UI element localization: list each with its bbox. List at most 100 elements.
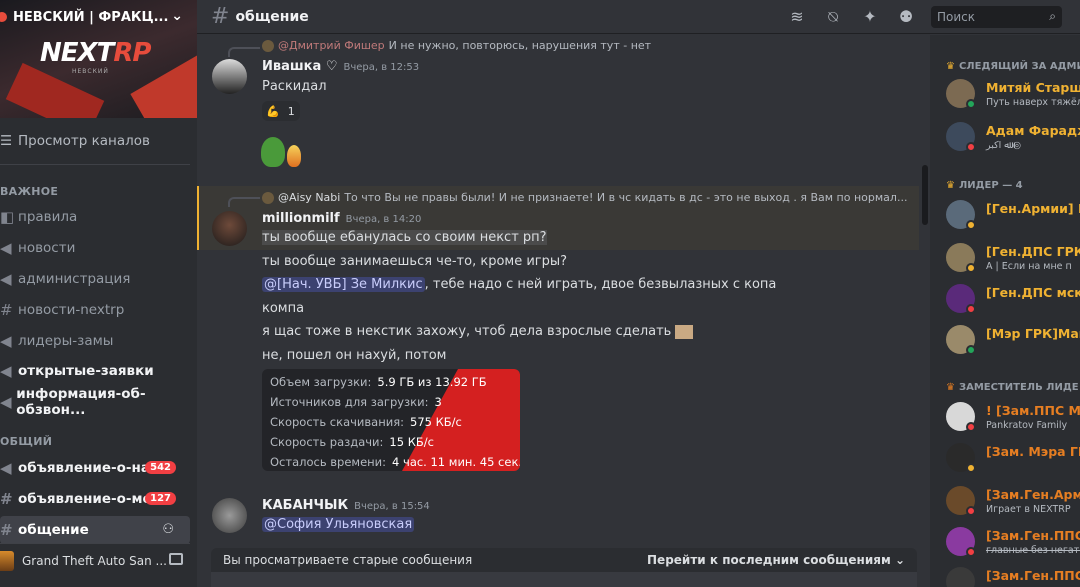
channel-announce-1[interactable]: ◀ объявление-о-на... 542 bbox=[0, 454, 190, 482]
avatar[interactable] bbox=[212, 59, 247, 94]
member-status: ﷲ اکبر ◎ bbox=[986, 140, 1022, 151]
timestamp: Вчера, в 15:54 bbox=[354, 501, 430, 512]
download-stat: Осталось времени: 4 час. 11 мин. 45 сек. bbox=[270, 455, 520, 469]
avatar bbox=[946, 567, 975, 587]
member-name: Адам Фарадж bbox=[986, 123, 1080, 138]
reply-text: То что Вы не правы были! И не признаете!… bbox=[344, 191, 908, 204]
channel-news-nextrp[interactable]: # новости-nextrp bbox=[0, 296, 190, 324]
message-composer[interactable] bbox=[211, 572, 917, 587]
section-label: СЛЕДЯЩИЙ ЗА АДМИ bbox=[958, 61, 1080, 72]
channel-news[interactable]: ◀ новости bbox=[0, 234, 190, 262]
member-status: A | Если на мне п bbox=[986, 261, 1072, 272]
user-mention[interactable]: @София Ульяновская bbox=[262, 517, 415, 532]
member-item[interactable]: [Зам. Мэра ГР bbox=[946, 438, 1080, 478]
message-text: @[Нач. УВБ] Зе Милкис, тебе надо с ней и… bbox=[262, 277, 776, 292]
member-item[interactable]: Адам Фарадж ﷲ اکبر ◎ bbox=[946, 117, 1080, 157]
channel-label: правила bbox=[18, 209, 78, 225]
divider bbox=[0, 543, 190, 544]
stat-value: 3 bbox=[434, 395, 442, 409]
stat-value: 15 КБ/с bbox=[389, 435, 434, 449]
channel-label: лидеры-замы bbox=[18, 333, 114, 349]
threads-icon[interactable]: ≋ bbox=[787, 7, 807, 27]
scrollbar-thumb[interactable] bbox=[922, 165, 928, 225]
jump-to-latest-button[interactable]: Перейти к последним сообщениям ⌄ bbox=[647, 553, 905, 567]
chevron-down-icon[interactable]: ⌄ bbox=[171, 8, 183, 24]
author-name: КАБАНЧЫК bbox=[262, 498, 349, 513]
search-input[interactable]: Поиск ⌕ bbox=[931, 6, 1062, 28]
crown-icon: ♛ bbox=[946, 61, 955, 72]
channel-label: информация-об-обзвон... bbox=[16, 386, 146, 418]
avatar[interactable] bbox=[212, 211, 247, 246]
message-text: я щас тоже в некстик захожу, чтоб дела в… bbox=[262, 324, 694, 339]
members-icon[interactable]: ⚉ bbox=[896, 7, 916, 27]
channel-announce-2[interactable]: # объявление-о-ме... 127 bbox=[0, 485, 190, 513]
game-activity[interactable]: Grand Theft Auto San ... bbox=[0, 545, 197, 577]
channel-info-interviews[interactable]: ◀ информация-об-обзвон... bbox=[0, 386, 190, 418]
channel-administration[interactable]: ◀ администрация bbox=[0, 265, 190, 293]
announce-icon: ◀ bbox=[0, 393, 12, 411]
stat-value: 4 час. 11 мин. 45 сек. bbox=[392, 455, 520, 469]
mute-icon[interactable]: ⍉ bbox=[823, 7, 843, 27]
user-mention[interactable]: @[Нач. УВБ] Зе Милкис bbox=[262, 277, 425, 292]
stream-icon[interactable] bbox=[169, 553, 183, 565]
scrollbar[interactable] bbox=[920, 35, 928, 587]
image-attachment[interactable]: Объем загрузки: 5.9 ГБ из 13.92 ГБ Источн… bbox=[262, 369, 520, 471]
category-general[interactable]: ОБЩИЙ bbox=[0, 435, 52, 448]
status-indicator bbox=[966, 422, 976, 432]
status-indicator bbox=[966, 263, 976, 273]
reply-author: @Aisy Nabi bbox=[278, 191, 341, 204]
pin-icon[interactable]: ✦ bbox=[860, 7, 880, 27]
member-section-header: ♛ СЛЕДЯЩИЙ ЗА АДМИ bbox=[946, 61, 1080, 72]
member-item[interactable]: [Зам.Ген.Армия Играет в NEXTRP bbox=[946, 481, 1080, 521]
member-section-header: ♛ ЛИДЕР — 4 bbox=[946, 180, 1023, 191]
channel-label: объявление-о-на... bbox=[18, 460, 166, 476]
channel-label: общение bbox=[18, 522, 89, 538]
status-indicator bbox=[966, 142, 976, 152]
reaction-count: 1 bbox=[287, 104, 295, 118]
status-indicator bbox=[966, 99, 976, 109]
channel-leaders[interactable]: ◀ лидеры-замы bbox=[0, 327, 190, 355]
reaction[interactable]: 💪 1 bbox=[262, 101, 300, 121]
jump-label: Перейти к последним сообщениям bbox=[647, 553, 891, 567]
member-item[interactable]: ! [Зам.ППС МС Pankratov Family bbox=[946, 397, 1080, 437]
message-author[interactable]: КАБАНЧЫК Вчера, в 15:54 bbox=[262, 498, 430, 513]
member-item[interactable]: [Зам.Ген.ППС I bbox=[946, 562, 1080, 587]
crown-icon: ♛ bbox=[946, 382, 955, 393]
member-status: Pankratov Family bbox=[986, 420, 1068, 431]
browse-channels-button[interactable]: ☰ Просмотр каналов bbox=[0, 128, 190, 154]
stat-value: 575 КБ/с bbox=[410, 415, 462, 429]
section-label: ЛИДЕР — 4 bbox=[958, 180, 1023, 191]
search-placeholder: Поиск bbox=[937, 10, 976, 24]
member-item[interactable]: [Ген.ДПС мск] bbox=[946, 279, 1080, 319]
message-author[interactable]: millionmilf Вчера, в 14:20 bbox=[262, 211, 421, 226]
search-icon: ⌕ bbox=[1049, 9, 1056, 23]
server-header[interactable]: НЕВСКИЙ | ФРАКЦ... ⌄ bbox=[0, 0, 197, 34]
status-indicator bbox=[966, 345, 976, 355]
server-name: НЕВСКИЙ | ФРАКЦ... bbox=[13, 9, 169, 25]
channel-rules[interactable]: ◧ правила bbox=[0, 203, 190, 231]
message-text: Раскидал bbox=[262, 79, 327, 94]
reply-connector bbox=[228, 47, 260, 57]
channel-open-applications[interactable]: ◀ открытые-заявки bbox=[0, 357, 190, 385]
channel-general-chat[interactable]: # общение ⚇ bbox=[0, 516, 190, 544]
member-name: [Ген.Армии] Ва bbox=[986, 201, 1080, 216]
member-item[interactable]: [Зам.Ген.ППС I главные без негати bbox=[946, 522, 1080, 562]
stat-value: 5.9 ГБ из 13.92 ГБ bbox=[377, 375, 487, 389]
member-name: [Мэр ГРК]Маго bbox=[986, 326, 1080, 341]
reply-connector bbox=[228, 197, 260, 207]
message-author[interactable]: Ивашка ♡ Вчера, в 12:53 bbox=[262, 59, 419, 74]
unread-badge: 127 bbox=[145, 492, 176, 505]
browse-channels-label: Просмотр каналов bbox=[18, 133, 150, 149]
member-item[interactable]: [Ген.ДПС ГРК] A | Если на мне п bbox=[946, 238, 1080, 278]
avatar bbox=[262, 191, 274, 204]
reply-preview[interactable]: @Aisy Nabi То что Вы не правы были! И не… bbox=[262, 191, 907, 204]
channel-label: открытые-заявки bbox=[18, 363, 154, 379]
category-important[interactable]: ВАЖНОЕ bbox=[0, 185, 58, 198]
announce-icon: ◧ bbox=[0, 208, 15, 226]
member-item[interactable]: [Мэр ГРК]Маго bbox=[946, 320, 1080, 360]
add-user-icon[interactable]: ⚇ bbox=[162, 522, 174, 537]
member-item[interactable]: Митяй Старши Путь наверх тяжёл, bbox=[946, 74, 1080, 114]
avatar[interactable] bbox=[212, 498, 247, 533]
reply-preview[interactable]: @Дмитрий Фишер И не нужно, повторюсь, на… bbox=[262, 39, 651, 52]
member-item[interactable]: [Ген.Армии] Ва bbox=[946, 195, 1080, 235]
